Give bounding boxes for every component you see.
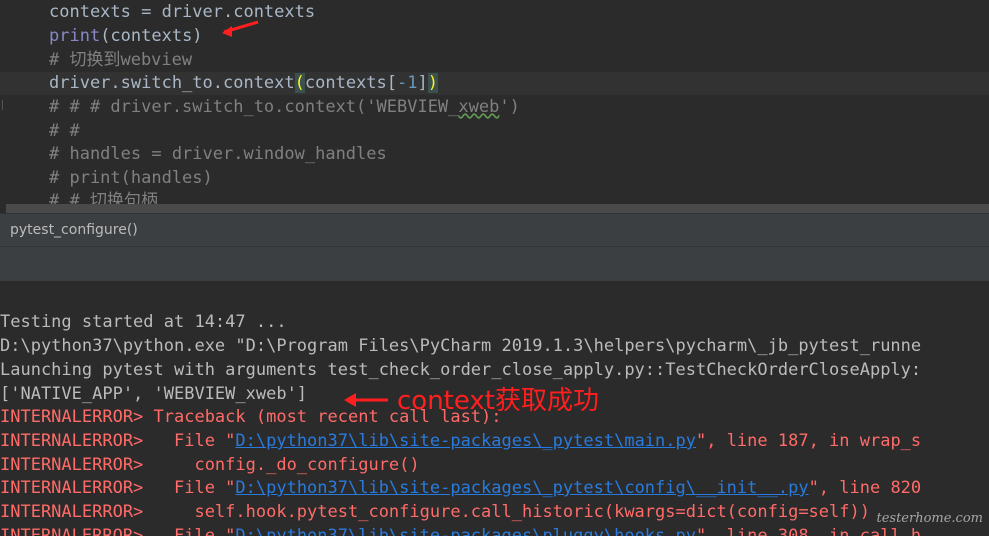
error-line-6: INTERNALERROR> File "D:\python37\lib\sit… <box>0 524 921 536</box>
error-line-5: INTERNALERROR> self.hook.pytest_configur… <box>0 502 870 522</box>
console-line-3: Launching pytest with arguments test_che… <box>0 360 922 380</box>
annotation-label: context获取成功 <box>397 386 599 416</box>
code-token: driver.switch_to.context <box>49 73 295 93</box>
code-line-4[interactable]: driver.switch_to.context(contexts[-1]) <box>49 72 438 95</box>
error-text: INTERNALERROR> File " <box>0 526 236 536</box>
console-line-1: Testing started at 14:47 ... <box>0 312 287 332</box>
file-link-main[interactable]: D:\python37\lib\site-packages\_pytest\ma… <box>235 431 696 451</box>
annotation-arrow-icon <box>344 393 388 407</box>
code-line-7[interactable]: # handles = driver.window_handles <box>49 143 387 166</box>
code-token: ') <box>499 97 520 117</box>
code-token: contexts[ <box>304 73 398 93</box>
breadcrumb[interactable]: pytest_configure() <box>10 222 138 238</box>
code-token: (contexts) <box>100 26 203 46</box>
code-line-5[interactable]: # # # driver.switch_to.context('WEBVIEW_… <box>49 96 520 119</box>
code-editor[interactable]: contexts = driver.contexts print(context… <box>0 0 989 213</box>
code-line-2[interactable]: print(contexts) <box>49 25 203 48</box>
annotation-arrow-icon <box>222 20 259 37</box>
error-text: INTERNALERROR> File " <box>0 478 236 498</box>
tool-window-header <box>0 246 989 281</box>
code-line-8[interactable]: # print(handles) <box>49 167 213 190</box>
error-text: ", line 187, in wrap_s <box>695 431 922 451</box>
error-line-2: INTERNALERROR> File "D:\python37\lib\sit… <box>0 429 921 453</box>
typo-squiggle: xweb <box>458 97 500 117</box>
code-token: ] <box>417 73 428 93</box>
file-link-config[interactable]: D:\python37\lib\site-packages\_pytest\co… <box>235 478 808 498</box>
horizontal-scrollbar[interactable] <box>6 204 989 213</box>
error-text: ", line 820 <box>808 478 922 498</box>
code-line-1[interactable]: contexts = driver.contexts <box>49 1 315 24</box>
error-text: INTERNALERROR> File " <box>0 431 236 451</box>
file-link-hooks[interactable]: D:\python37\lib\site-packages\pluggy\hoo… <box>235 526 696 536</box>
code-line-6[interactable]: # # <box>49 120 80 143</box>
console-line-2: D:\python37\python.exe "D:\Program Files… <box>0 336 922 356</box>
code-line-3[interactable]: # 切换到webview <box>49 49 192 72</box>
error-text: ", line 308, in call_h <box>695 526 922 536</box>
error-line-3: INTERNALERROR> config._do_configure() <box>0 455 420 475</box>
builtin-print: print <box>49 26 101 46</box>
fold-marker-icon[interactable] <box>2 100 5 110</box>
paren-highlight-open: ( <box>294 73 305 93</box>
code-token: # # # driver.switch_to.context('WEBVIEW_ <box>49 97 459 117</box>
console-line-4: ['NATIVE_APP', 'WEBVIEW_xweb'] <box>0 384 308 404</box>
breadcrumb-bar: pytest_configure() <box>0 213 989 246</box>
watermark: testerhome.com <box>876 511 983 526</box>
code-number: -1 <box>397 73 418 93</box>
run-console[interactable]: Testing started at 14:47 ... D:\python37… <box>0 300 989 536</box>
paren-highlight-close: ) <box>427 73 438 93</box>
error-line-4: INTERNALERROR> File "D:\python37\lib\sit… <box>0 476 921 500</box>
